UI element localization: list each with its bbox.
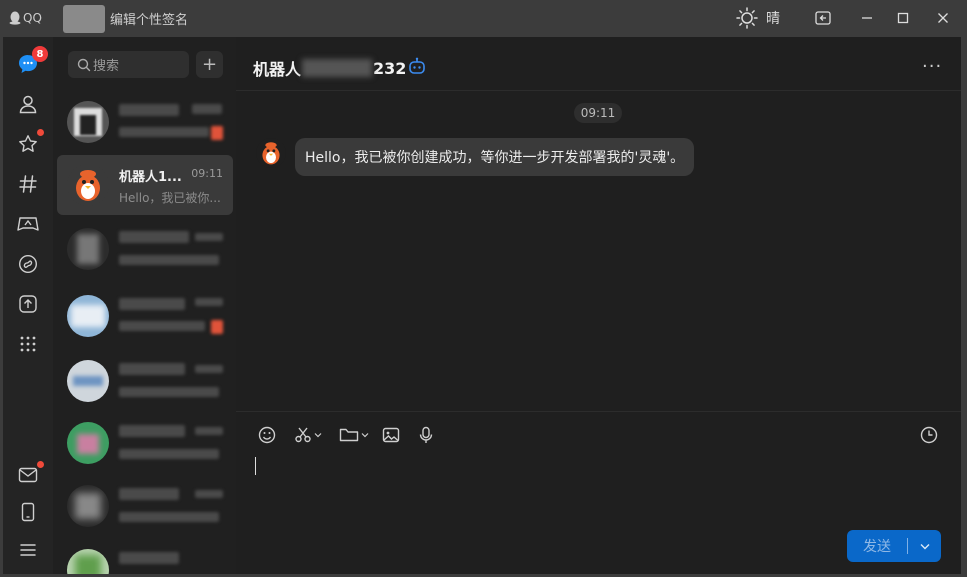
nav-miniapps[interactable]	[15, 251, 41, 277]
screenshot-button[interactable]	[294, 425, 322, 445]
link-circle-icon	[18, 254, 38, 274]
contact-avatar	[67, 295, 109, 337]
contact-avatar	[67, 360, 109, 402]
conversation-name: 机器人1...	[119, 170, 182, 185]
conversation-item[interactable]	[57, 540, 233, 574]
history-button[interactable]	[920, 425, 938, 445]
voice-button[interactable]	[419, 425, 433, 445]
conversation-item[interactable]	[57, 92, 233, 152]
hashtag-icon	[19, 175, 37, 193]
image-icon	[382, 427, 400, 443]
folder-icon	[339, 428, 359, 442]
minimize-button[interactable]	[855, 7, 879, 29]
conversation-item[interactable]	[57, 219, 233, 279]
nav-files[interactable]	[15, 291, 41, 317]
conversation-item-active[interactable]: 机器人1... 09:11 Hello，我已被你...	[57, 155, 233, 215]
file-button[interactable]	[339, 425, 369, 445]
nav-main-menu[interactable]	[15, 537, 41, 563]
search-icon	[77, 58, 91, 72]
close-icon	[938, 13, 948, 23]
send-button[interactable]: 发送	[847, 530, 941, 562]
nav-channels[interactable]	[15, 171, 41, 197]
phone-icon	[21, 502, 35, 522]
app-name: QQ	[23, 11, 42, 25]
favorites-dot	[37, 129, 44, 136]
grid-dots-icon	[20, 336, 36, 352]
robot-badge-icon	[408, 57, 426, 79]
smiley-icon	[258, 426, 276, 444]
nav-contacts[interactable]	[15, 91, 41, 117]
title-bar: QQ 编辑个性签名 晴	[0, 0, 967, 36]
unread-badge: 8	[32, 46, 48, 62]
chevron-down-icon	[314, 433, 322, 438]
sun-icon	[736, 7, 758, 29]
message-sender-avatar[interactable]	[256, 138, 286, 168]
conversation-item[interactable]	[57, 286, 233, 346]
pin-window-button[interactable]	[811, 7, 835, 29]
search-input[interactable]: 搜索	[68, 51, 189, 78]
contact-avatar	[67, 485, 109, 527]
robot-avatar	[67, 164, 109, 206]
message-bubble[interactable]: Hello，我已被你创建成功，等你进一步开发部署我的'灵魂'。	[295, 138, 695, 176]
penguin-mascot-icon	[256, 138, 286, 168]
text-input-caret[interactable]	[255, 457, 256, 475]
more-options-button[interactable]: ···	[922, 56, 942, 77]
window-pin-icon	[815, 11, 831, 25]
person-icon	[19, 95, 37, 114]
weather-widget[interactable]: 晴	[736, 7, 780, 29]
close-button[interactable]	[931, 7, 955, 29]
chevron-down-icon	[361, 433, 369, 438]
chat-title-prefix: 机器人	[253, 60, 302, 79]
clock-icon	[920, 426, 938, 444]
conversation-time: 09:11	[191, 167, 223, 180]
mail-icon	[18, 467, 38, 483]
contact-avatar	[67, 101, 109, 143]
maximize-button[interactable]	[891, 7, 915, 29]
contact-avatar	[67, 422, 109, 464]
contact-avatar	[67, 549, 109, 574]
scissors-icon	[295, 427, 311, 443]
send-label: 发送	[863, 539, 891, 555]
add-button[interactable]: +	[196, 51, 223, 78]
nav-more-apps[interactable]	[15, 331, 41, 357]
chat-title-suffix: 232	[373, 58, 407, 78]
chat-title[interactable]: 机器人 232	[253, 56, 406, 80]
redacted-name	[302, 59, 373, 77]
conversation-item[interactable]	[57, 476, 233, 536]
search-placeholder: 搜索	[93, 59, 120, 74]
penguin-icon	[9, 11, 21, 25]
nav-phone[interactable]	[15, 499, 41, 525]
mail-dot	[37, 461, 44, 468]
microphone-icon	[419, 426, 433, 443]
penguin-mascot-icon	[67, 164, 109, 206]
contact-avatar	[67, 228, 109, 270]
image-button[interactable]	[382, 425, 400, 445]
chevron-down-icon	[920, 543, 929, 549]
conversation-item[interactable]	[57, 413, 233, 473]
weather-label: 晴	[766, 11, 780, 27]
star-icon	[19, 135, 37, 152]
signature-edit[interactable]: 编辑个性签名	[110, 9, 188, 28]
send-options-button[interactable]	[908, 543, 941, 550]
conversation-preview: Hello，我已被你...	[119, 191, 221, 205]
hamburger-menu-icon	[20, 544, 36, 556]
minimize-icon	[862, 17, 872, 19]
maximize-icon	[897, 12, 909, 24]
emoji-button[interactable]	[258, 425, 276, 445]
user-avatar[interactable]	[63, 5, 105, 33]
qq-logo: QQ	[9, 9, 45, 27]
message-timestamp: 09:11	[574, 103, 622, 123]
nav-games[interactable]	[15, 211, 41, 237]
conversation-item[interactable]	[57, 351, 233, 411]
game-controller-icon	[17, 217, 39, 231]
upload-icon	[19, 295, 37, 313]
